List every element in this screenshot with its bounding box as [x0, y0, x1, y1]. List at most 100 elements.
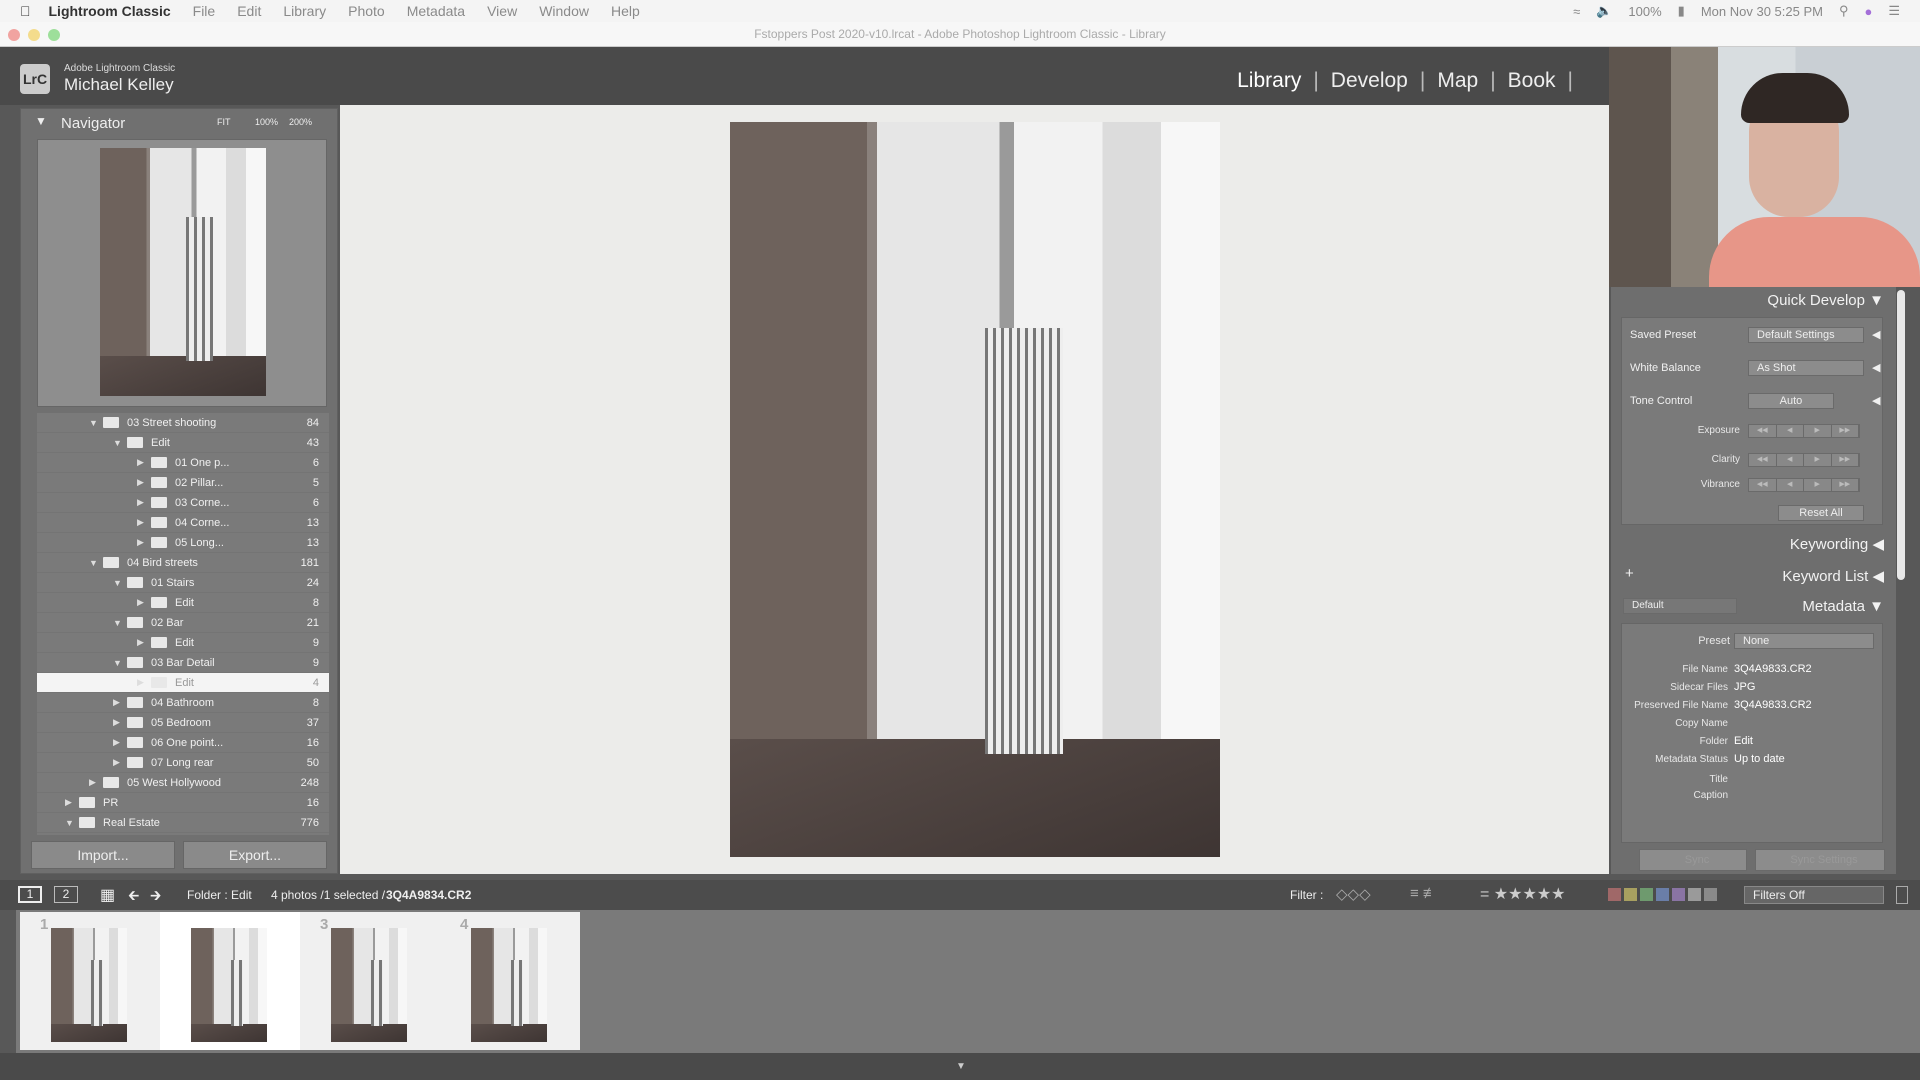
- metadata-header[interactable]: Metadata ▼: [1802, 598, 1884, 615]
- zoom-200[interactable]: 200%: [289, 117, 312, 127]
- collapsed-triangle-icon[interactable]: ▶: [113, 697, 127, 708]
- folder-row[interactable]: ▶ PR 16: [37, 793, 329, 813]
- exposure-stepper[interactable]: ◀◀ ◀ ▶ ▶▶: [1748, 424, 1860, 438]
- metadata-value[interactable]: JPG: [1734, 681, 1755, 693]
- vibrance-stepper[interactable]: ◀◀ ◀ ▶ ▶▶: [1748, 478, 1860, 492]
- module-map[interactable]: Map: [1437, 69, 1478, 93]
- grid-view-icon[interactable]: ▦: [100, 885, 115, 905]
- folder-row[interactable]: ▶ 05 West Hollywood 248: [37, 773, 329, 793]
- metadata-value[interactable]: Edit: [1734, 735, 1753, 747]
- filmstrip-thumbnail[interactable]: 3: [300, 912, 440, 1050]
- collapsed-triangle-icon[interactable]: ▶: [137, 477, 151, 488]
- filmstrip-thumbnail[interactable]: [160, 912, 300, 1050]
- keywording-header[interactable]: Keywording ◀: [1790, 535, 1884, 553]
- module-library[interactable]: Library: [1237, 69, 1301, 93]
- navigator-preview[interactable]: [37, 139, 327, 407]
- folder-row[interactable]: ▶ 07 Long rear 50: [37, 753, 329, 773]
- right-panel-scrollbar[interactable]: [1897, 290, 1905, 580]
- battery-percent[interactable]: 100%: [1628, 4, 1661, 19]
- search-icon[interactable]: ⚲: [1839, 3, 1849, 19]
- auto-tone-button[interactable]: Auto: [1748, 393, 1834, 409]
- back-arrow-icon[interactable]: 🡰: [128, 885, 139, 909]
- thumbnail-image[interactable]: [471, 928, 547, 1042]
- color-label-swatch[interactable]: [1672, 888, 1685, 901]
- reset-all-button[interactable]: Reset All: [1778, 505, 1864, 521]
- quick-develop-header[interactable]: Quick Develop ▼: [1767, 292, 1884, 309]
- source-label[interactable]: Folder : Edit: [187, 888, 252, 902]
- filmstrip-thumbnail[interactable]: 1: [20, 912, 160, 1050]
- menu-photo[interactable]: Photo: [348, 3, 385, 19]
- metadata-value[interactable]: Up to date: [1734, 753, 1785, 765]
- folder-row[interactable]: ▼ 03 Street shooting 84: [37, 413, 329, 433]
- folder-row[interactable]: ▼ 01 Stairs 24: [37, 573, 329, 593]
- collapsed-triangle-icon[interactable]: ▶: [137, 637, 151, 648]
- selected-filename[interactable]: 3Q4A9834.CR2: [386, 888, 471, 902]
- folder-row[interactable]: ▶ 03 Corne... 6: [37, 493, 329, 513]
- module-develop[interactable]: Develop: [1331, 69, 1408, 93]
- folder-row[interactable]: ▶ 02 Pillar... 5: [37, 473, 329, 493]
- second-window-button[interactable]: 2: [54, 886, 78, 903]
- folder-row[interactable]: ▶ 06 One point... 16: [37, 733, 329, 753]
- collapsed-triangle-icon[interactable]: ▶: [137, 497, 151, 508]
- clock[interactable]: Mon Nov 30 5:25 PM: [1701, 4, 1823, 19]
- main-photo[interactable]: [730, 122, 1220, 857]
- thumbnail-image[interactable]: [51, 928, 127, 1042]
- wifi-icon[interactable]: ≈: [1573, 4, 1580, 19]
- notification-center-icon[interactable]: ☰: [1888, 3, 1900, 19]
- folder-row[interactable]: ▶ Edit 9: [37, 633, 329, 653]
- menu-metadata[interactable]: Metadata: [407, 3, 465, 19]
- filmstrip-thumbnail[interactable]: 4: [440, 912, 580, 1050]
- collapsed-triangle-icon[interactable]: ▶: [137, 677, 151, 688]
- menu-window[interactable]: Window: [539, 3, 589, 19]
- color-label-swatch[interactable]: [1656, 888, 1669, 901]
- folder-row[interactable]: ▶ 04 Bathroom 8: [37, 693, 329, 713]
- collapsed-triangle-icon[interactable]: ▶: [137, 597, 151, 608]
- navigator-header[interactable]: ▼ Navigator FIT 100% 200%: [21, 109, 337, 135]
- color-label-swatch[interactable]: [1624, 888, 1637, 901]
- module-book[interactable]: Book: [1508, 69, 1556, 93]
- metadata-value[interactable]: 3Q4A9833.CR2: [1734, 699, 1812, 711]
- sync-settings-button[interactable]: Sync Settings: [1755, 849, 1885, 871]
- color-label-swatch[interactable]: [1608, 888, 1621, 901]
- saved-preset-select[interactable]: Default Settings: [1748, 327, 1864, 343]
- folder-row[interactable]: ▼ Real Estate 776: [37, 813, 329, 833]
- expanded-triangle-icon[interactable]: ▼: [65, 818, 79, 828]
- expanded-triangle-icon[interactable]: ▼: [113, 438, 127, 448]
- menu-library[interactable]: Library: [283, 3, 326, 19]
- expand-arrow-icon[interactable]: ◀: [1872, 394, 1880, 407]
- keyword-list-header[interactable]: Keyword List ◀: [1782, 567, 1884, 585]
- apple-icon[interactable]: : [20, 3, 31, 19]
- color-label-swatch[interactable]: [1704, 888, 1717, 901]
- collapsed-triangle-icon[interactable]: ▶: [113, 717, 127, 728]
- main-window-button[interactable]: 1: [18, 886, 42, 903]
- color-label-swatch[interactable]: [1688, 888, 1701, 901]
- flag-filter-icons[interactable]: ◇◇◇: [1336, 885, 1371, 903]
- navigator-thumbnail[interactable]: [100, 148, 266, 396]
- zoom-100[interactable]: 100%: [255, 117, 278, 127]
- folder-row[interactable]: ▶ Edit 8: [37, 593, 329, 613]
- folder-row[interactable]: ▼ 02 Bar 21: [37, 613, 329, 633]
- menu-help[interactable]: Help: [611, 3, 640, 19]
- filter-lock-icon[interactable]: [1896, 886, 1908, 904]
- edit-filter-icons[interactable]: ≡ ≢: [1410, 885, 1438, 902]
- expand-arrow-icon[interactable]: ◀: [1872, 568, 1884, 585]
- forward-arrow-icon[interactable]: 🡲: [150, 885, 161, 909]
- collapse-triangle-icon[interactable]: ▼: [1869, 598, 1884, 615]
- thumbnail-image[interactable]: [191, 928, 267, 1042]
- filter-preset-select[interactable]: Filters Off: [1744, 886, 1884, 904]
- expanded-triangle-icon[interactable]: ▼: [89, 558, 103, 568]
- siri-icon[interactable]: ●: [1864, 4, 1872, 19]
- collapsed-triangle-icon[interactable]: ▶: [89, 777, 103, 788]
- expanded-triangle-icon[interactable]: ▼: [89, 418, 103, 428]
- folder-row[interactable]: ▶ Edit 4: [37, 673, 329, 693]
- folder-row[interactable]: ▼ 03 Bar Detail 9: [37, 653, 329, 673]
- zoom-fit[interactable]: FIT: [217, 117, 231, 127]
- sync-button[interactable]: Sync: [1639, 849, 1747, 871]
- folder-row[interactable]: ▶ 04 Corne... 13: [37, 513, 329, 533]
- metadata-view-select[interactable]: Default: [1623, 598, 1737, 614]
- export-button[interactable]: Export...: [183, 841, 327, 869]
- menu-edit[interactable]: Edit: [237, 3, 261, 19]
- menu-file[interactable]: File: [193, 3, 216, 19]
- color-label-filter[interactable]: [1608, 888, 1720, 904]
- expand-arrow-icon[interactable]: ◀: [1872, 328, 1880, 341]
